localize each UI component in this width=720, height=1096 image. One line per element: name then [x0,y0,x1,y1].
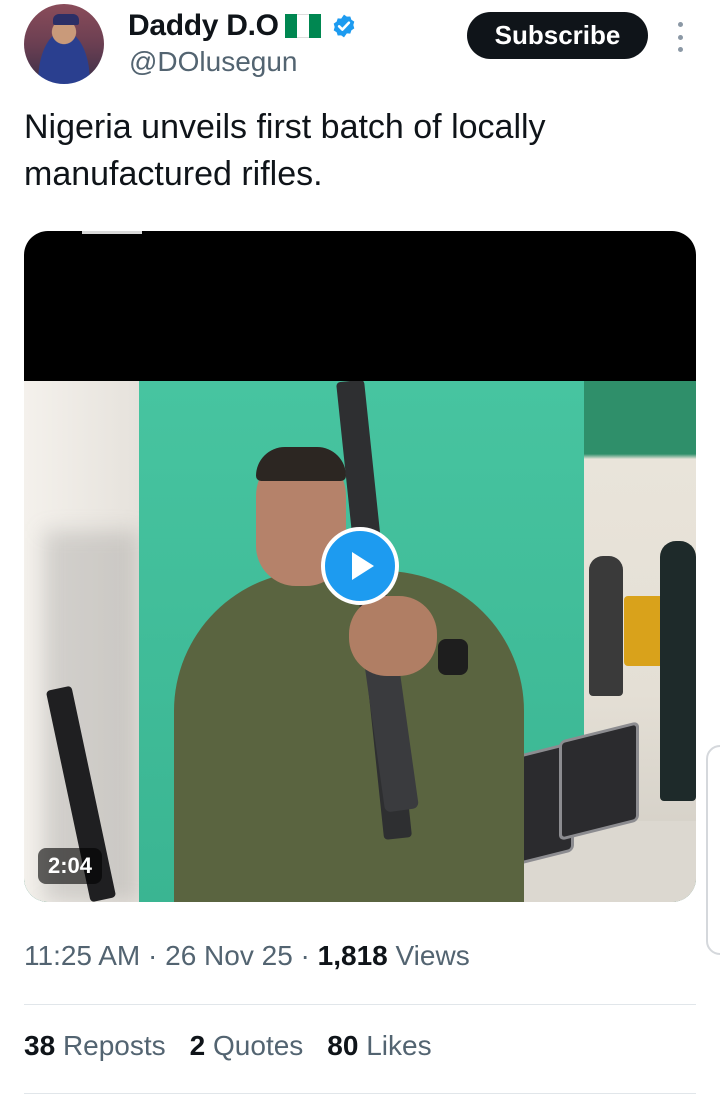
scrollbar[interactable] [706,745,720,955]
post-text: Nigeria unveils first batch of locally m… [24,108,546,193]
more-options-icon[interactable] [671,22,689,52]
post-time[interactable]: 11:25 AM [24,940,140,971]
likes-stat[interactable]: 80 Likes [327,1030,431,1062]
views-count: 1,818 [317,940,388,971]
divider [24,1004,696,1005]
quotes-stat[interactable]: 2 Quotes [190,1030,304,1062]
post-date[interactable]: 26 Nov 25 [165,940,293,971]
avatar[interactable] [24,4,104,84]
engagement-stats: 38 Reposts 2 Quotes 80 Likes [24,1030,432,1062]
divider [24,1093,696,1094]
post-meta: 11:25 AM · 26 Nov 25 · 1,818 Views [24,940,470,972]
nigeria-flag-icon [284,14,321,38]
reposts-label: Reposts [62,1030,166,1061]
video-duration-badge: 2:04 [38,848,103,884]
author-name-row[interactable]: Daddy D.O [128,8,357,44]
verified-badge-icon [333,14,354,38]
video-player[interactable]: 2:04 [24,231,696,902]
video-thumbnail [24,381,696,902]
reposts-stat[interactable]: 38 Reposts [24,1030,166,1062]
quotes-label: Quotes [213,1030,304,1061]
avatar-cap [53,14,79,25]
likes-label: Likes [366,1030,432,1061]
post-header: Daddy D.O @DOlusegun Subscribe [0,0,720,100]
meta-separator: · [300,940,310,971]
likes-count: 80 [327,1030,359,1061]
meta-separator: · [148,940,158,971]
quotes-count: 2 [189,1030,206,1061]
media-top-bar [82,231,142,234]
play-icon[interactable] [321,527,399,605]
author-handle[interactable]: @DOlusegun [129,46,298,78]
views-label: Views [395,940,470,971]
author-display-name[interactable]: Daddy D.O [128,9,279,43]
reposts-count: 38 [24,1030,56,1061]
subscribe-button[interactable]: Subscribe [467,12,648,59]
